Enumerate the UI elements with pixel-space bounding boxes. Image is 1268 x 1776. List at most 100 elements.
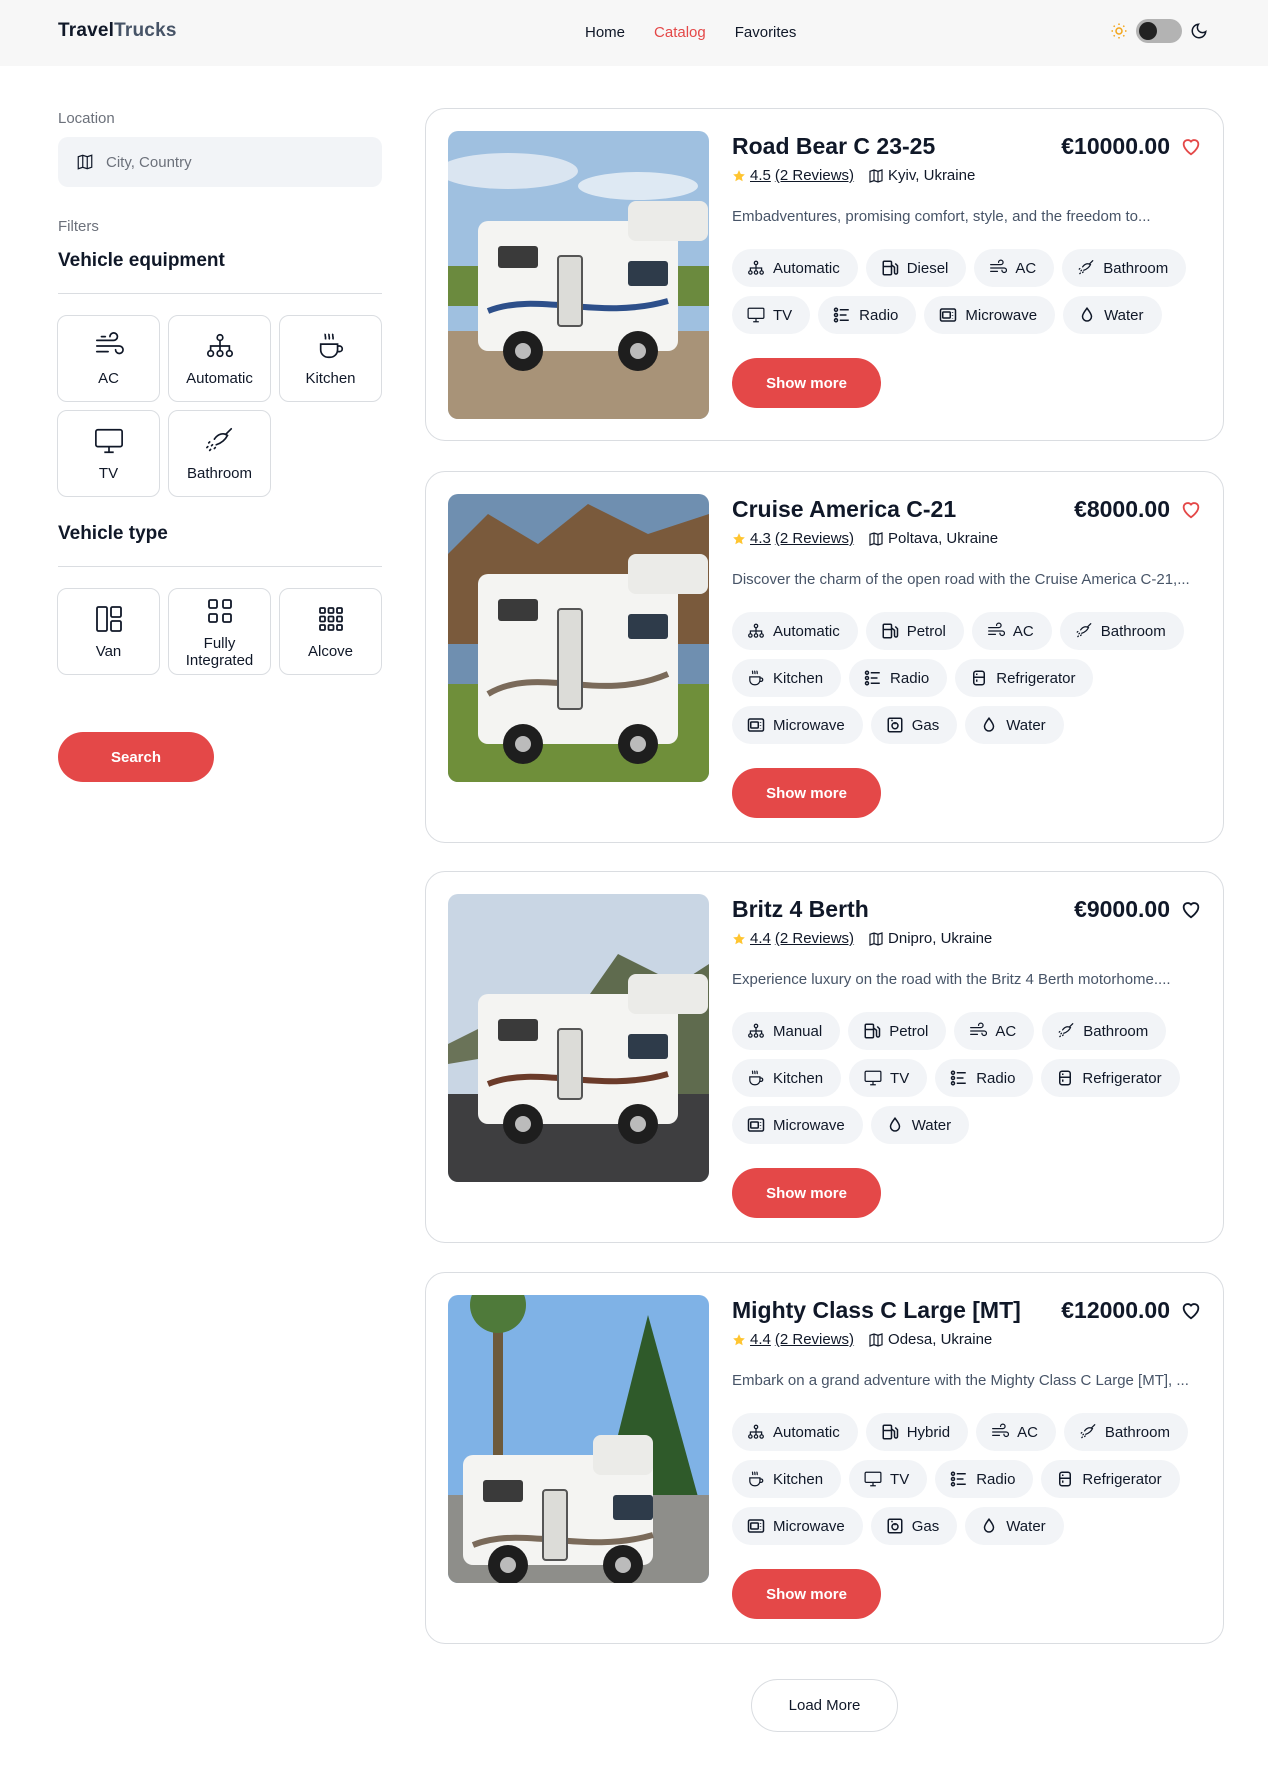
- main-nav: Home Catalog Favorites: [585, 24, 796, 41]
- shower-icon: [1057, 1022, 1075, 1040]
- feature-list: Automatic Petrol AC Bathroom Kitchen Radio Ref…: [732, 612, 1202, 744]
- feature-chip: Refrigerator: [955, 659, 1094, 697]
- water-drop-icon: [980, 716, 998, 734]
- camper-photo: [448, 1295, 709, 1583]
- rating-link[interactable]: 4.5 (2 Reviews): [732, 167, 854, 184]
- location-field[interactable]: [58, 137, 382, 187]
- transmission-icon: [747, 622, 765, 640]
- filter-kitchen[interactable]: Kitchen: [279, 315, 382, 402]
- show-more-button[interactable]: Show more: [732, 358, 881, 408]
- radio-icon: [864, 669, 882, 687]
- nav-catalog[interactable]: Catalog: [654, 24, 706, 41]
- rating-value: 4.4: [750, 1331, 771, 1348]
- show-more-button[interactable]: Show more: [732, 1168, 881, 1218]
- feature-chip: Refrigerator: [1041, 1460, 1180, 1498]
- show-more-button[interactable]: Show more: [732, 1569, 881, 1619]
- nav-home[interactable]: Home: [585, 24, 625, 41]
- radio-icon: [950, 1069, 968, 1087]
- theme-toggle[interactable]: [1136, 19, 1182, 43]
- type-filters: Van Fully Integrated Alcove: [57, 588, 382, 675]
- review-count: (2 Reviews): [774, 530, 855, 547]
- tv-icon: [864, 1069, 882, 1087]
- feature-chip: AC: [974, 249, 1055, 287]
- feature-label: Petrol: [889, 1022, 929, 1040]
- feature-chip: Radio: [935, 1059, 1034, 1097]
- logo[interactable]: TravelTrucks: [58, 20, 177, 42]
- feature-label: Microwave: [965, 306, 1038, 324]
- filter-tv[interactable]: TV: [57, 410, 160, 497]
- heart-icon[interactable]: [1180, 1299, 1202, 1321]
- logo-text-rest: Trucks: [114, 20, 177, 41]
- location-input[interactable]: [106, 153, 346, 171]
- feature-chip: Kitchen: [732, 1059, 842, 1097]
- load-more-button[interactable]: Load More: [751, 1679, 898, 1732]
- wind-icon: [94, 330, 124, 362]
- feature-chip: TV: [849, 1460, 928, 1498]
- feature-chip: AC: [976, 1413, 1056, 1451]
- rating-link[interactable]: 4.3 (2 Reviews): [732, 530, 854, 547]
- filter-label: Fully Integrated: [185, 634, 254, 669]
- filter-automatic[interactable]: Automatic: [168, 315, 271, 402]
- camper-price: €8000.00: [1074, 495, 1170, 522]
- sun-icon: [1110, 22, 1128, 40]
- feature-label: Bathroom: [1083, 1022, 1149, 1040]
- fuel-pump-icon: [881, 259, 899, 277]
- microwave-icon: [747, 716, 765, 734]
- search-button[interactable]: Search: [58, 732, 214, 782]
- map-icon: [868, 168, 884, 184]
- feature-label: Hybrid: [906, 1423, 951, 1441]
- review-count: (2 Reviews): [774, 930, 855, 947]
- feature-chip: Hybrid: [865, 1413, 969, 1451]
- rating-link[interactable]: 4.4 (2 Reviews): [732, 1331, 854, 1348]
- filter-alcove[interactable]: Alcove: [279, 588, 382, 675]
- feature-chip: Water: [965, 1507, 1064, 1545]
- equipment-filters: AC Automatic Kitchen TV Bathroom: [57, 315, 382, 497]
- feature-label: Manual: [773, 1022, 823, 1040]
- filter-fully-integrated[interactable]: Fully Integrated: [168, 588, 271, 675]
- camper-description: Embark on a grand adventure with the Mig…: [732, 1372, 1189, 1389]
- feature-label: Gas: [911, 1517, 940, 1535]
- feature-chip: Kitchen: [732, 659, 842, 697]
- feature-chip: Bathroom: [1062, 249, 1187, 287]
- filter-label: Kitchen: [305, 370, 356, 387]
- filter-ac[interactable]: AC: [57, 315, 160, 402]
- feature-chip: Microwave: [732, 706, 863, 744]
- feature-chip: Automatic: [732, 249, 858, 287]
- feature-chip: Bathroom: [1063, 1413, 1188, 1451]
- star-icon: [732, 1333, 746, 1347]
- nav-favorites[interactable]: Favorites: [735, 24, 797, 41]
- feature-chip: Automatic: [732, 1413, 858, 1451]
- rating-link[interactable]: 4.4 (2 Reviews): [732, 930, 854, 947]
- rating-value: 4.4: [750, 930, 771, 947]
- feature-list: Automatic Hybrid AC Bathroom Kitchen TV Radio R…: [732, 1413, 1202, 1545]
- heart-filled-icon[interactable]: [1180, 498, 1202, 520]
- feature-chip: Bathroom: [1059, 612, 1184, 650]
- heart-filled-icon[interactable]: [1180, 135, 1202, 157]
- camper-name: Britz 4 Berth: [732, 895, 869, 922]
- filter-bathroom[interactable]: Bathroom: [168, 410, 271, 497]
- heart-icon[interactable]: [1180, 898, 1202, 920]
- feature-chip: AC: [971, 612, 1052, 650]
- fuel-pump-icon: [881, 1423, 899, 1441]
- shower-icon: [1077, 259, 1095, 277]
- grid-9-icon: [318, 603, 344, 635]
- feature-label: Bathroom: [1103, 259, 1169, 277]
- feature-label: Microwave: [773, 1517, 845, 1535]
- feature-chip: Microwave: [732, 1106, 863, 1144]
- feature-list: Automatic Diesel AC Bathroom TV Radio Microwav…: [732, 249, 1202, 334]
- filter-label: AC: [98, 370, 119, 387]
- show-more-button[interactable]: Show more: [732, 768, 881, 818]
- site-header: TravelTrucks Home Catalog Favorites: [0, 0, 1268, 66]
- feature-label: Water: [1006, 716, 1046, 734]
- wind-icon: [989, 259, 1008, 277]
- filter-van[interactable]: Van: [57, 588, 160, 675]
- camper-price: €10000.00: [1061, 132, 1170, 159]
- tv-icon: [747, 306, 765, 324]
- fridge-icon: [1056, 1470, 1074, 1488]
- feature-chip: Gas: [870, 1507, 958, 1545]
- transmission-icon: [747, 1022, 765, 1040]
- camper-card: Road Bear C 23-25 €10000.00 4.5 (2 Revie…: [425, 108, 1224, 441]
- radio-icon: [833, 306, 851, 324]
- feature-label: Automatic: [773, 622, 840, 640]
- shower-icon: [1079, 1423, 1097, 1441]
